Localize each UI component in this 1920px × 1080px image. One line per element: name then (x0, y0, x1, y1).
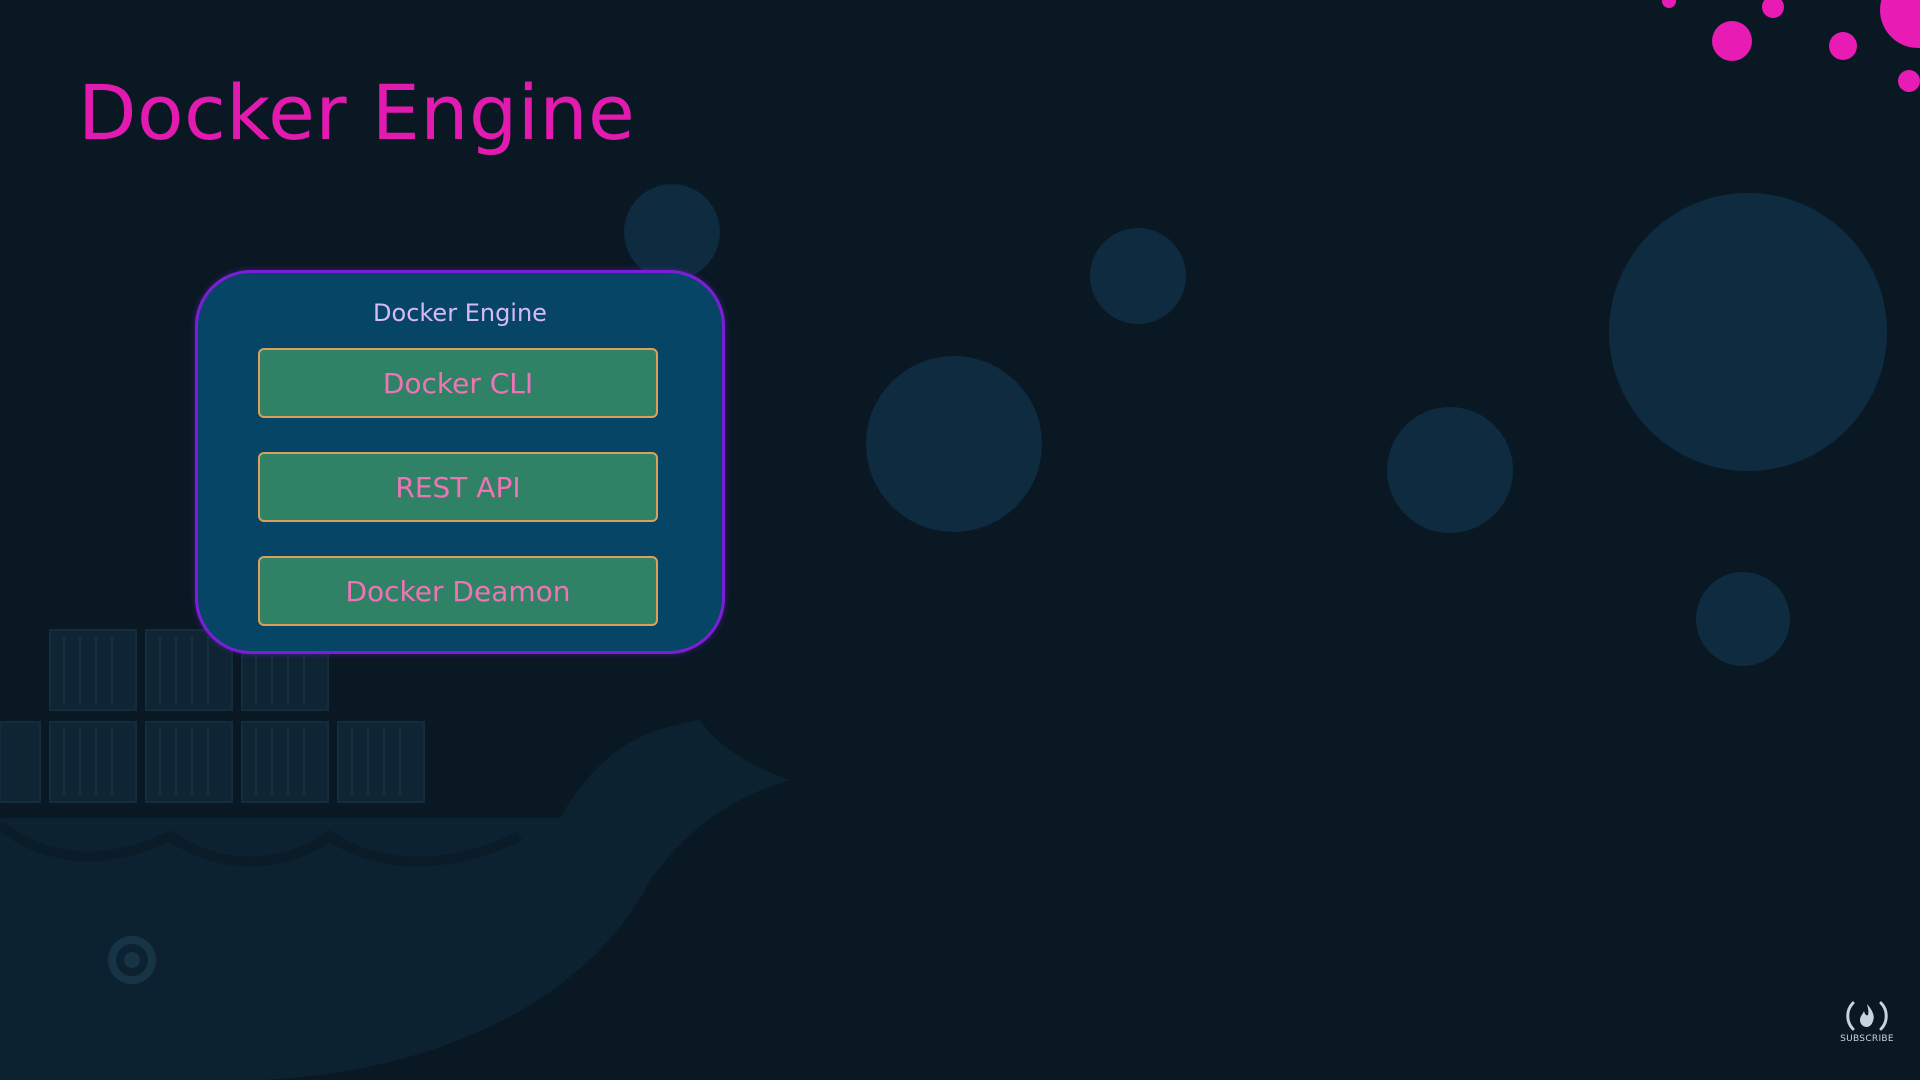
subscribe-label: SUBSCRIBE (1840, 1034, 1894, 1044)
decorative-dot (1712, 21, 1752, 61)
subscribe-logo[interactable]: SUBSCRIBE (1838, 1000, 1896, 1050)
rest-api-block: REST API (258, 452, 658, 522)
background-bubble (1387, 407, 1513, 533)
decorative-dot (1898, 70, 1920, 92)
decorative-dot (1662, 0, 1676, 8)
docker-engine-container: Docker Engine Docker CLI REST API Docker… (195, 270, 725, 654)
decorative-dot (1880, 0, 1920, 48)
docker-cli-block: Docker CLI (258, 348, 658, 418)
background-bubble (624, 184, 720, 280)
freecodecamp-flame-icon (1846, 1001, 1888, 1031)
background-bubble (1696, 572, 1790, 666)
decorative-dot (1762, 0, 1784, 18)
background-bubble (866, 356, 1042, 532)
docker-daemon-block: Docker Deamon (258, 556, 658, 626)
docker-engine-label: Docker Engine (373, 299, 547, 327)
background-bubble (1090, 228, 1186, 324)
slide: Docker Engine Docker Engine Docker CLI R… (0, 0, 1920, 1080)
slide-title: Docker Engine (78, 68, 636, 157)
background-bubble (1609, 193, 1887, 471)
decorative-dot (1829, 32, 1857, 60)
docker-whale-illustration (0, 629, 790, 1080)
